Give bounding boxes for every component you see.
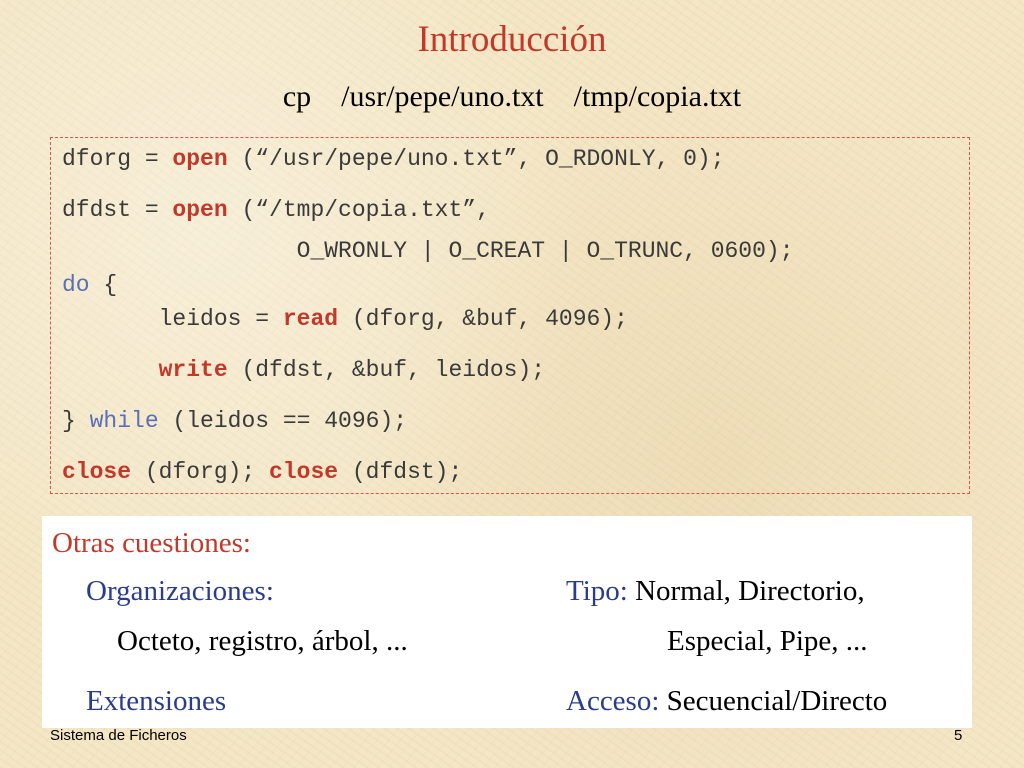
acceso-line: Acceso: Secuencial/Directo [566,685,887,718]
code-keyword-close: close [269,459,339,485]
code-line-7: } while (leidos == 4096); [62,408,407,434]
code-keyword-do: do [62,272,90,298]
code-line-2: dfdst = open (“/tmp/copia.txt”, [62,197,490,223]
code-keyword-read: read [282,306,339,332]
code-text: { [89,272,118,298]
command-destination: /tmp/copia.txt [573,80,742,113]
code-keyword-while: while [89,408,159,434]
tipo-value-continued: Especial, Pipe, ... [667,625,868,657]
acceso-value: Secuencial/Directo [659,685,888,717]
acceso-label: Acceso: [566,685,660,717]
tipo-value: Normal, Directorio, [627,575,865,607]
command-name: cp [282,80,312,113]
info-heading: Otras cuestiones: [52,527,251,559]
code-line-5: leidos = read (dforg, &buf, 4096); [62,306,628,332]
code-text: (dfdst, &buf, leidos); [227,357,546,383]
footer-title: Sistema de Ficheros [50,727,187,744]
extensiones-label: Extensiones [86,685,227,717]
tipo-line: Tipo: Normal, Directorio, [566,575,865,608]
code-text: dforg = [62,146,173,172]
code-keyword-close: close [62,459,132,485]
code-text: (dfdst); [338,459,463,485]
organizaciones-value: Octeto, registro, árbol, ... [117,625,408,657]
code-line-1: dforg = open (“/usr/pepe/uno.txt”, O_RDO… [62,146,725,172]
code-line-4: do { [62,272,117,298]
code-text: (leidos == 4096); [158,408,408,434]
code-text: (“/tmp/copia.txt”, [227,197,490,223]
tipo-label: Tipo: [566,575,628,607]
organizaciones-label: Organizaciones: [86,575,274,607]
code-line-6: write (dfdst, &buf, leidos); [62,357,545,383]
code-line-3: O_WRONLY | O_CREAT | O_TRUNC, 0600); [62,238,794,264]
code-text: } [62,408,90,434]
slide-title: Introducción [417,19,607,60]
code-line-8: close (dforg); close (dfdst); [62,459,462,485]
code-text: (dforg); [131,459,270,485]
code-text: O_WRONLY | O_CREAT | O_TRUNC, 0600); [62,238,794,264]
code-text: dfdst = [62,197,173,223]
code-keyword-open: open [172,197,228,223]
code-keyword-open: open [172,146,228,172]
page-number: 5 [954,727,963,744]
code-keyword-write: write [158,357,228,383]
command-source: /usr/pepe/uno.txt [341,80,544,113]
code-text: leidos = [62,306,283,332]
code-text: (“/usr/pepe/uno.txt”, O_RDONLY, 0); [227,146,725,172]
code-text: (dforg, &buf, 4096); [338,306,628,332]
command-line: cp /usr/pepe/uno.txt /tmp/copia.txt [0,80,1024,114]
